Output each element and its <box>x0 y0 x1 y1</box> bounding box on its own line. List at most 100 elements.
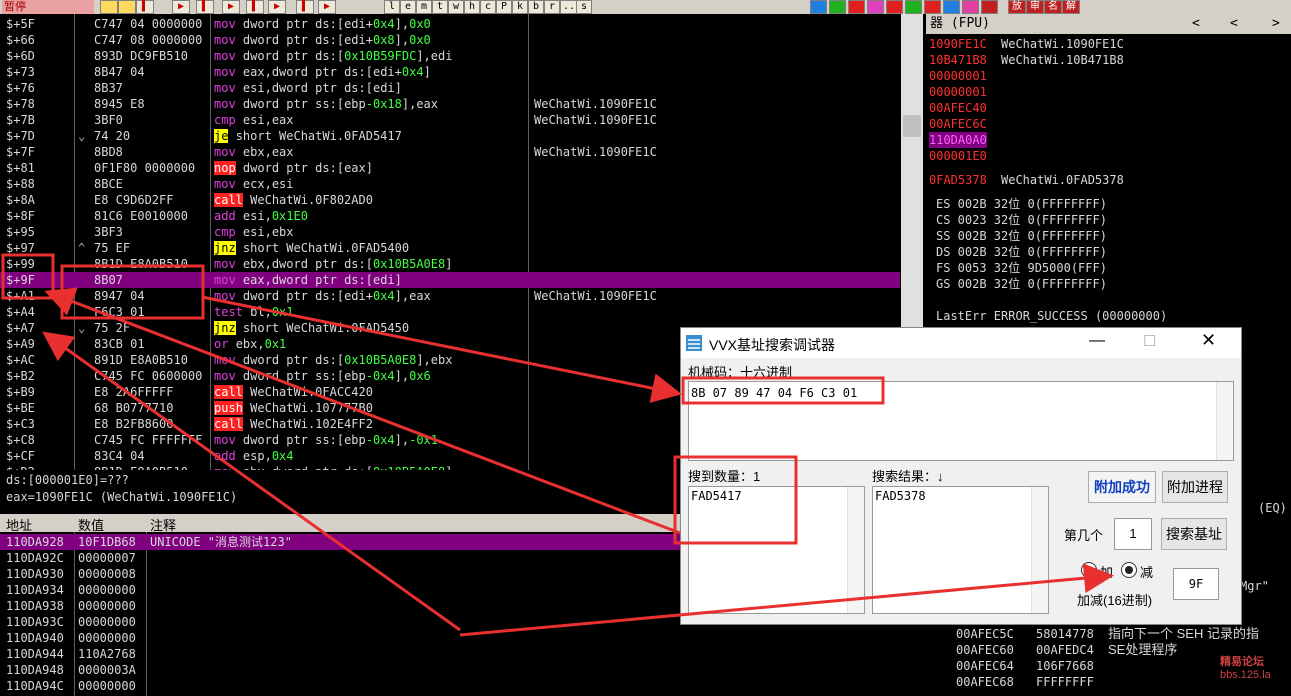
toolbar-button[interactable]: ▶ <box>222 0 240 14</box>
eip-value[interactable]: 0FAD5378 <box>929 172 987 188</box>
toolbar-button[interactable]: ▌ <box>136 0 154 14</box>
disasm-row[interactable]: $+5F C747 04 0000000 mov dword ptr ds:[edi… <box>0 16 900 32</box>
dump-row[interactable]: 110DA944 110A2768 <box>0 646 930 662</box>
attach-process-button[interactable]: 附加进程 <box>1162 471 1228 503</box>
disasm-row[interactable]: $+73 8B47 04 mov eax,dword ptr ds:[edi+0x4… <box>0 64 900 80</box>
close-icon[interactable]: ✕ <box>1201 330 1216 351</box>
found-value[interactable]: FAD5417 <box>691 489 742 503</box>
found-list[interactable]: FAD5417 <box>688 486 865 614</box>
disasm-row[interactable]: $+88 8BCE mov ecx,esi <box>0 176 900 192</box>
disasm-row[interactable]: $+8A E8 C9D6D2FF call WeChatWi.0F802AD0 <box>0 192 900 208</box>
register-value[interactable]: 00AFEC6C <box>929 116 987 132</box>
minimize-icon[interactable]: — <box>1089 332 1105 350</box>
toolbar-icon-button[interactable] <box>962 0 979 14</box>
addsub-input[interactable]: 9F <box>1173 568 1219 600</box>
disasm-row[interactable]: $+7D ⌄ 74 20 je short WeChatWi.0FAD5417 <box>0 128 900 144</box>
disasm-row[interactable]: $+76 8B37 mov esi,dword ptr ds:[edi] <box>0 80 900 96</box>
sub-radio[interactable] <box>1121 562 1137 578</box>
toolbar-icon-button[interactable]: 解 <box>1062 0 1080 14</box>
attach-success-button[interactable]: 附加成功 <box>1088 471 1156 503</box>
disasm-row[interactable]: $+9F 8B07 mov eax,dword ptr ds:[edi] <box>0 272 900 288</box>
disasm-instruction: mov dword ptr ss:[ebp-0x18],eax <box>214 97 438 111</box>
toolbar-icon-button[interactable] <box>924 0 941 14</box>
disasm-row[interactable]: $+8F 81C6 E0010000 add esi,0x1E0 <box>0 208 900 224</box>
disasm-row[interactable]: $+7B 3BF0 cmp esi,eax WeChatWi.1090FE1C <box>0 112 900 128</box>
vvx-dialog[interactable]: VVX基址搜索调试器 — ☐ ✕ 机械码：十六进制 8B 07 89 47 04… <box>680 327 1242 625</box>
toolbar-icon-button[interactable] <box>905 0 922 14</box>
toolbar-letter-button[interactable]: r <box>544 0 560 14</box>
nth-input[interactable]: 1 <box>1114 518 1152 550</box>
machine-code-scrollbar[interactable] <box>1216 382 1233 460</box>
dump-row[interactable]: 110DA940 00000000 <box>0 630 930 646</box>
search-base-button[interactable]: 搜索基址 <box>1161 518 1227 550</box>
disasm-row[interactable]: $+6D 893D DC9FB510 mov dword ptr ds:[0x10B… <box>0 48 900 64</box>
disasm-row[interactable]: $+81 0F1F80 0000000 nop dword ptr ds:[eax] <box>0 160 900 176</box>
disasm-row[interactable]: $+97 ^ 75 EF jnz short WeChatWi.0FAD5400 <box>0 240 900 256</box>
scrollbar-thumb[interactable] <box>903 115 921 137</box>
toolbar-icon-button[interactable] <box>981 0 998 14</box>
toolbar-letter-button[interactable]: P <box>496 0 512 14</box>
disasm-instruction: add esp,0x4 <box>214 449 294 463</box>
register-value[interactable]: 00000001 <box>929 68 987 84</box>
chevron-left-icon[interactable]: < <box>1230 14 1238 34</box>
toolbar-letter-button[interactable]: k <box>512 0 528 14</box>
nth-label: 第几个 <box>1064 528 1104 543</box>
register-value[interactable]: 00000001 <box>929 84 987 100</box>
register-value[interactable]: 000001E0 <box>929 148 987 164</box>
disasm-hex: 83C4 04 <box>94 449 145 463</box>
toolbar-icon-button[interactable] <box>867 0 884 14</box>
disasm-row[interactable]: $+95 3BF3 cmp esi,ebx <box>0 224 900 240</box>
toolbar-icon-button[interactable]: 放 <box>1008 0 1026 14</box>
search-result-list[interactable]: FAD5378 <box>872 486 1049 614</box>
register-value[interactable]: 1090FE1C <box>929 36 987 52</box>
register-value[interactable]: 110DA0A0 <box>929 132 987 148</box>
machine-code-input[interactable]: 8B 07 89 47 04 F6 C3 01 <box>688 381 1234 461</box>
result-list-scrollbar[interactable] <box>1031 487 1048 613</box>
register-value[interactable]: 00AFEC40 <box>929 100 987 116</box>
toolbar-letter-button[interactable]: s <box>576 0 592 14</box>
disasm-row[interactable]: $+7F 8BD8 mov ebx,eax WeChatWi.1090FE1C <box>0 144 900 160</box>
chevron-left-icon[interactable]: < <box>1192 14 1200 34</box>
toolbar-button[interactable]: ▌ <box>296 0 314 14</box>
toolbar-letter-button[interactable]: t <box>432 0 448 14</box>
result-value[interactable]: FAD5378 <box>875 489 926 503</box>
mnemonic: call <box>214 417 243 431</box>
mnemonic: je <box>214 129 229 143</box>
dump-value: 00000000 <box>78 583 136 597</box>
toolbar-button[interactable]: ▶ <box>318 0 336 14</box>
toolbar-letter-button[interactable]: h <box>464 0 480 14</box>
dump-row[interactable]: 110DA94C 00000000 <box>0 678 930 694</box>
toolbar-button[interactable]: ▌ <box>196 0 214 14</box>
disasm-row[interactable]: $+66 C747 08 0000000 mov dword ptr ds:[edi… <box>0 32 900 48</box>
toolbar-letter-button[interactable]: c <box>480 0 496 14</box>
toolbar-letter-button[interactable]: w <box>448 0 464 14</box>
toolbar-letter-button[interactable]: e <box>400 0 416 14</box>
toolbar-icon-button[interactable] <box>848 0 865 14</box>
toolbar-button[interactable]: ▶ <box>172 0 190 14</box>
toolbar-button[interactable] <box>100 0 118 14</box>
register-value[interactable]: 10B471B8 <box>929 52 987 68</box>
dialog-titlebar[interactable]: VVX基址搜索调试器 — ☐ ✕ <box>681 328 1241 358</box>
toolbar-icon-button[interactable]: 名 <box>1044 0 1062 14</box>
toolbar-icon-button[interactable] <box>886 0 903 14</box>
toolbar-letter-button[interactable]: l <box>384 0 400 14</box>
dump-address: 110DA93C <box>6 615 64 629</box>
chevron-right-icon[interactable]: > <box>1272 14 1280 34</box>
maximize-icon[interactable]: ☐ <box>1143 332 1156 350</box>
disasm-row[interactable]: $+A4 F6C3 01 test bl,0x1 <box>0 304 900 320</box>
toolbar-icon-button[interactable] <box>943 0 960 14</box>
toolbar-icon-button[interactable]: 审 <box>1026 0 1044 14</box>
toolbar-button[interactable]: ▌ <box>246 0 264 14</box>
toolbar-letter-button[interactable]: b <box>528 0 544 14</box>
disasm-row[interactable]: $+99 8B1D E8A0B510 mov ebx,dword ptr ds:[0… <box>0 256 900 272</box>
add-radio[interactable] <box>1081 562 1097 578</box>
disasm-row[interactable]: $+A1 8947 04 mov dword ptr ds:[edi+0x4],ea… <box>0 288 900 304</box>
toolbar-letter-button[interactable]: m <box>416 0 432 14</box>
toolbar-icon-button[interactable] <box>810 0 827 14</box>
toolbar-icon-button[interactable] <box>829 0 846 14</box>
toolbar-button[interactable] <box>118 0 136 14</box>
found-list-scrollbar[interactable] <box>847 487 864 613</box>
toolbar-button[interactable]: ▶ <box>268 0 286 14</box>
dump-row[interactable]: 110DA948 0000003A <box>0 662 930 678</box>
disasm-row[interactable]: $+78 8945 E8 mov dword ptr ss:[ebp-0x18],e… <box>0 96 900 112</box>
